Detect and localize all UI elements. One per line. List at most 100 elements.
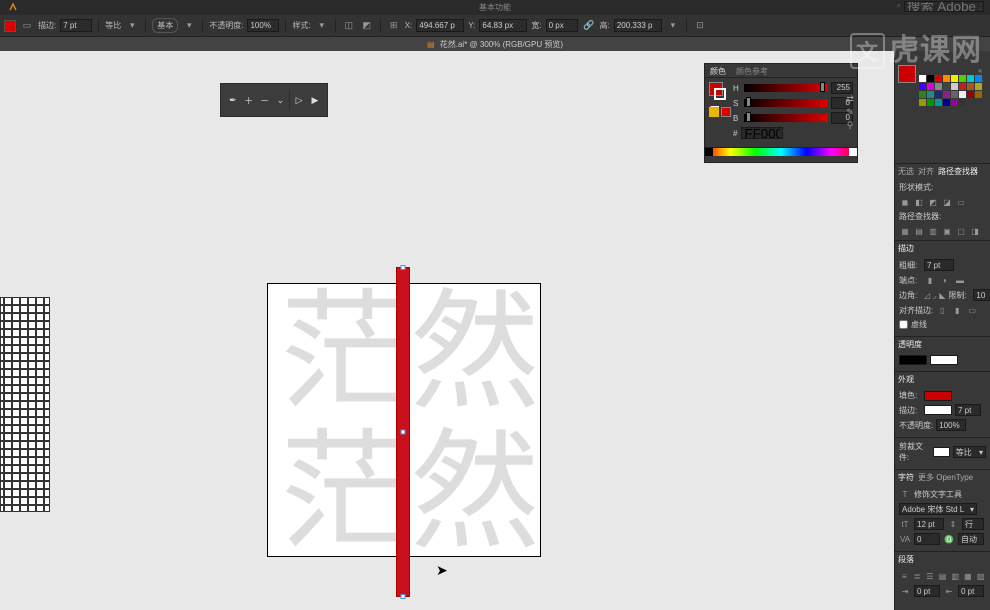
pf-exclude-icon[interactable]: ◪: [941, 196, 953, 208]
leading-dropdown[interactable]: 行: [962, 518, 984, 530]
selection-handle-top[interactable]: [401, 265, 406, 270]
join-miter-icon[interactable]: ◿: [924, 289, 930, 301]
chevron-down-icon[interactable]: ▾: [182, 19, 196, 33]
b-slider[interactable]: [744, 114, 828, 122]
selected-red-rectangle[interactable]: [396, 267, 410, 597]
pf-outline-icon[interactable]: ▢: [955, 225, 967, 237]
delete-anchor-icon[interactable]: －: [258, 93, 272, 107]
align-center-icon[interactable]: ≣: [912, 570, 923, 582]
swatch[interactable]: [927, 91, 934, 98]
pf-crop-icon[interactable]: ▣: [941, 225, 953, 237]
align-icon[interactable]: ◫: [342, 19, 356, 33]
kerning-input[interactable]: [914, 533, 940, 545]
s-slider[interactable]: [744, 99, 828, 107]
tab-appearance[interactable]: 外观: [898, 374, 914, 385]
justify-right-icon[interactable]: ▦: [963, 570, 974, 582]
floating-curve-toolbar[interactable]: ✒ ＋ － ⌄ ▷ ▶: [220, 83, 328, 117]
swatch[interactable]: [935, 75, 942, 82]
clip-swatch[interactable]: [933, 447, 950, 457]
chevron-down-icon[interactable]: ▾: [666, 19, 680, 33]
dash-checkbox[interactable]: [899, 320, 908, 329]
cap-square-icon[interactable]: ▬: [954, 274, 966, 286]
cap-butt-icon[interactable]: ▮: [924, 274, 936, 286]
pf-divide-icon[interactable]: ▦: [899, 225, 911, 237]
convert-anchor-icon[interactable]: ⌄: [273, 93, 287, 107]
swatch[interactable]: [935, 99, 942, 106]
h-input[interactable]: [614, 19, 662, 32]
pf-trim-icon[interactable]: ▤: [913, 225, 925, 237]
dock-fill-swatch[interactable]: [898, 65, 916, 83]
link-wh-icon[interactable]: 🔗: [582, 19, 596, 33]
stroke-swatch-icon[interactable]: ▭: [20, 19, 34, 33]
tracking-dropdown[interactable]: 自动: [958, 533, 984, 545]
direct-select-icon[interactable]: ▷: [292, 93, 306, 107]
swatch[interactable]: [935, 83, 942, 90]
search-stock[interactable]: ⌕: [897, 0, 984, 12]
swatch[interactable]: [919, 75, 926, 82]
swatch[interactable]: [919, 83, 926, 90]
swatch[interactable]: [927, 99, 934, 106]
tab-color-guide[interactable]: 颜色参考: [731, 64, 773, 77]
selection-handle-bottom[interactable]: [401, 594, 406, 599]
hex-input[interactable]: [741, 127, 783, 139]
justify-left-icon[interactable]: ▤: [937, 570, 948, 582]
x-input[interactable]: [416, 19, 464, 32]
pf-unite-icon[interactable]: ◼: [899, 196, 911, 208]
fill-swatch[interactable]: [4, 20, 16, 32]
align-center-icon[interactable]: ▯: [936, 304, 948, 316]
swatches-grid[interactable]: [919, 75, 987, 106]
anchor-ref-icon[interactable]: ⊞: [387, 19, 401, 33]
pf-minus-back-icon[interactable]: ◨: [969, 225, 981, 237]
swatch[interactable]: [975, 83, 982, 90]
uniform-label[interactable]: 等比: [105, 20, 121, 31]
swatch[interactable]: [951, 75, 958, 82]
add-anchor-icon[interactable]: ＋: [242, 93, 256, 107]
justify-all-icon[interactable]: ▧: [975, 570, 986, 582]
swatch[interactable]: [967, 83, 974, 90]
touch-type-icon[interactable]: T: [899, 488, 911, 500]
pf-expand-icon[interactable]: ▭: [955, 196, 967, 208]
search-stock-input[interactable]: [904, 1, 984, 12]
join-bevel-icon[interactable]: ◣: [939, 289, 945, 301]
opacity2-input[interactable]: [936, 419, 966, 431]
swatch[interactable]: [951, 91, 958, 98]
swatch[interactable]: [967, 91, 974, 98]
tab-pathfinder[interactable]: 路径查找器: [938, 166, 978, 177]
pf-merge-icon[interactable]: ▥: [927, 225, 939, 237]
pen-tool-icon[interactable]: ✒: [226, 93, 240, 107]
fill-swatch-lg[interactable]: [924, 391, 952, 401]
tab-transparency[interactable]: 透明度: [898, 339, 922, 350]
indent-left-input[interactable]: [914, 585, 940, 597]
h-slider[interactable]: [744, 84, 828, 92]
font-size-input[interactable]: [914, 518, 944, 530]
chevron-down-icon[interactable]: ▾: [125, 19, 139, 33]
align-outside-icon[interactable]: ▭: [966, 304, 978, 316]
clip-dropdown[interactable]: 等比▾: [953, 446, 986, 458]
tab-opentype[interactable]: 更多 OpenType: [918, 472, 973, 483]
y-input[interactable]: [479, 19, 527, 32]
align-left-icon[interactable]: ≡: [899, 570, 910, 582]
swatch[interactable]: [959, 75, 966, 82]
tab-align[interactable]: 对齐: [918, 166, 934, 177]
opacity-input[interactable]: [247, 19, 279, 32]
dock-close-icon[interactable]: «: [978, 66, 988, 74]
swatch[interactable]: [975, 91, 982, 98]
swatch[interactable]: [927, 83, 934, 90]
tab-none[interactable]: 无选: [898, 166, 914, 177]
tab-stroke[interactable]: 描边: [898, 243, 914, 254]
font-dropdown[interactable]: Adobe 宋体 Std L▾: [899, 503, 977, 515]
stroke-color-swatch[interactable]: [714, 88, 726, 100]
color-panel[interactable]: 颜色 颜色参考 ⇄ ✎ ⚲ H 255 S 0: [704, 63, 858, 163]
pf-intersect-icon[interactable]: ◩: [927, 196, 939, 208]
blend-thumb-b[interactable]: [930, 355, 958, 365]
eyedropper-icon[interactable]: ✎: [845, 107, 855, 117]
swatch[interactable]: [951, 83, 958, 90]
stroke-swatch-lg[interactable]: [924, 405, 952, 415]
justify-center-icon[interactable]: ▥: [950, 570, 961, 582]
swatch[interactable]: [943, 75, 950, 82]
swatch[interactable]: [959, 91, 966, 98]
group-select-icon[interactable]: ▶: [308, 93, 322, 107]
swatch[interactable]: [943, 99, 950, 106]
link-icon[interactable]: ⚲: [845, 120, 855, 130]
tab-character[interactable]: 字符: [898, 472, 914, 483]
